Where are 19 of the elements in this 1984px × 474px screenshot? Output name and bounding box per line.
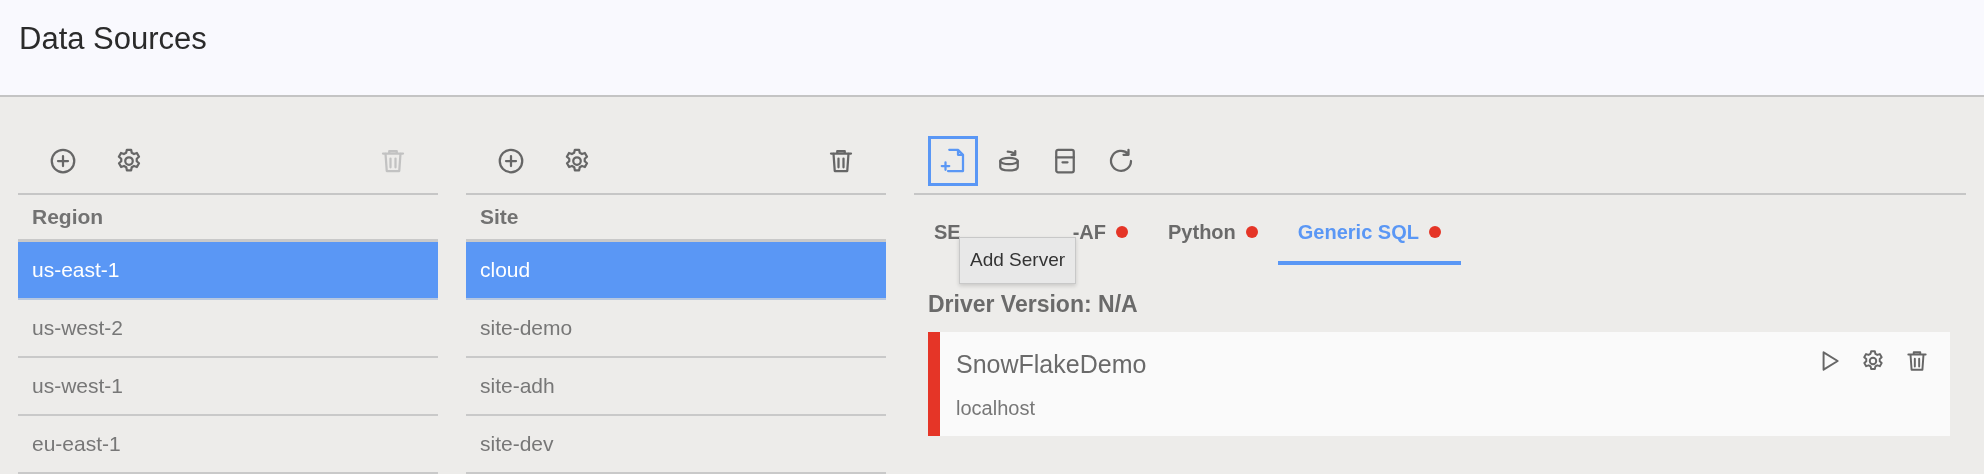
- tooltip: Add Server: [959, 237, 1077, 284]
- list-item[interactable]: site-dev: [466, 416, 886, 474]
- page-title: Data Sources: [19, 20, 208, 58]
- list-item[interactable]: site-adh: [466, 358, 886, 416]
- tab[interactable]: Python: [1148, 195, 1278, 265]
- server-card[interactable]: SnowFlakeDemo localhost: [928, 331, 1950, 436]
- add-icon: [48, 146, 78, 176]
- driver-version: Driver Version: N/A: [927, 290, 1139, 319]
- list-item[interactable]: us-west-2: [18, 300, 438, 358]
- server-host: localhost: [956, 396, 1036, 421]
- list-item[interactable]: us-east-1: [18, 242, 438, 300]
- list-item[interactable]: us-west-1: [18, 358, 438, 416]
- list-item[interactable]: cloud: [466, 242, 886, 300]
- tab[interactable]: Generic SQL: [1277, 195, 1461, 265]
- add-icon: [496, 146, 526, 176]
- server-name: SnowFlakeDemo: [956, 348, 1148, 380]
- list-item[interactable]: site-demo: [466, 300, 886, 358]
- add-file-button[interactable]: [928, 136, 978, 186]
- list-item[interactable]: eu-east-1: [18, 416, 438, 474]
